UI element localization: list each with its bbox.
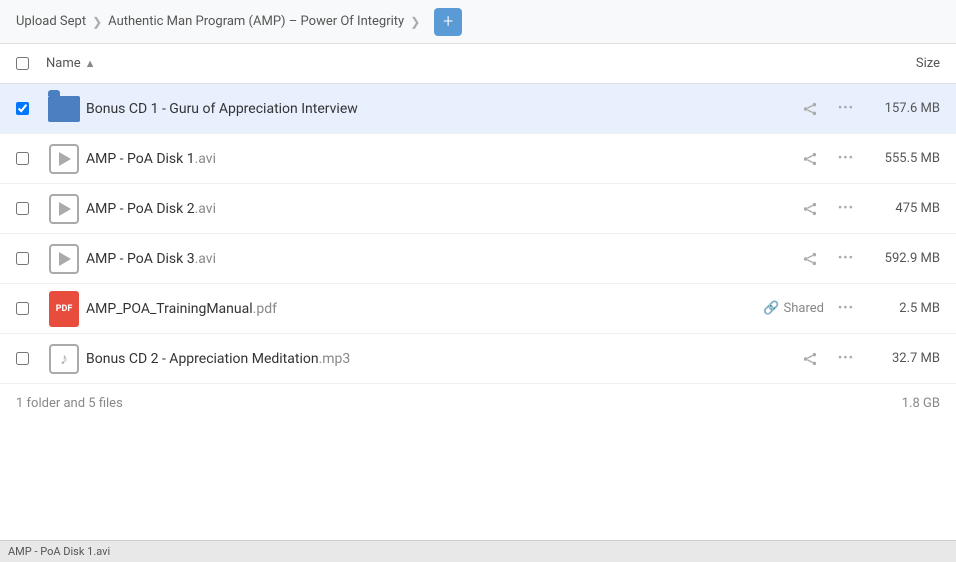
- breadcrumb-chevron-2: ❯: [410, 15, 420, 29]
- table-header: Name ▲ Size: [0, 44, 956, 84]
- file-name: AMP_POA_TrainingManual.pdf: [86, 301, 763, 317]
- file-actions: •••: [796, 345, 860, 373]
- row-checkbox[interactable]: [16, 302, 29, 315]
- share-button[interactable]: [796, 245, 824, 273]
- header-size-col: Size: [840, 56, 940, 71]
- file-size: 475 MB: [860, 201, 940, 216]
- shared-label: Shared: [784, 301, 824, 316]
- row-checkbox-col: [16, 352, 46, 365]
- file-size: 157.6 MB: [860, 101, 940, 116]
- breadcrumb-item-amp[interactable]: Authentic Man Program (AMP) – Power Of I…: [108, 14, 404, 29]
- share-button[interactable]: [796, 145, 824, 173]
- more-button[interactable]: •••: [832, 295, 860, 323]
- music-icon: ♪: [46, 344, 82, 374]
- file-actions: 🔗 Shared •••: [763, 295, 860, 323]
- status-bar: AMP - PoA Disk 1.avi: [0, 540, 956, 562]
- video-icon: [46, 144, 82, 174]
- more-button[interactable]: •••: [832, 245, 860, 273]
- file-ext: .pdf: [253, 301, 277, 317]
- name-label: Name: [46, 56, 81, 71]
- video-icon: [46, 194, 82, 224]
- table-row[interactable]: AMP - PoA Disk 1.avi •••555.5 MB: [0, 134, 956, 184]
- file-list: Bonus CD 1 - Guru of Appreciation Interv…: [0, 84, 956, 384]
- summary-row: 1 folder and 5 files 1.8 GB: [0, 384, 956, 423]
- breadcrumb-label-upload: Upload Sept: [16, 14, 86, 29]
- file-size: 2.5 MB: [860, 301, 940, 316]
- file-actions: •••: [796, 145, 860, 173]
- shared-badge: 🔗 Shared: [763, 301, 824, 316]
- file-name: AMP - PoA Disk 2.avi: [86, 201, 796, 217]
- breadcrumb-chevron-1: ❯: [92, 15, 102, 29]
- file-name-text: Bonus CD 1 - Guru of Appreciation Interv…: [86, 101, 358, 117]
- file-name-text: AMP - PoA Disk 1: [86, 151, 195, 167]
- row-checkbox-col: [16, 102, 46, 115]
- more-button[interactable]: •••: [832, 145, 860, 173]
- file-size: 32.7 MB: [860, 351, 940, 366]
- file-ext: .avi: [195, 201, 216, 217]
- header-name-col[interactable]: Name ▲: [46, 56, 840, 71]
- row-checkbox[interactable]: [16, 252, 29, 265]
- row-checkbox-col: [16, 152, 46, 165]
- file-ext: .avi: [195, 151, 216, 167]
- row-checkbox-col: [16, 202, 46, 215]
- file-actions: •••: [796, 245, 860, 273]
- table-row[interactable]: ♪Bonus CD 2 - Appreciation Meditation.mp…: [0, 334, 956, 384]
- table-row[interactable]: AMP - PoA Disk 2.avi •••475 MB: [0, 184, 956, 234]
- more-button[interactable]: •••: [832, 345, 860, 373]
- file-name: Bonus CD 1 - Guru of Appreciation Interv…: [86, 101, 796, 117]
- link-icon: 🔗: [763, 301, 779, 316]
- share-button[interactable]: [796, 95, 824, 123]
- more-button[interactable]: •••: [832, 95, 860, 123]
- select-all-checkbox[interactable]: [16, 57, 29, 70]
- breadcrumb-item-upload[interactable]: Upload Sept: [16, 14, 86, 29]
- file-actions: •••: [796, 195, 860, 223]
- file-size: 592.9 MB: [860, 251, 940, 266]
- row-checkbox[interactable]: [16, 152, 29, 165]
- sort-arrow-icon: ▲: [85, 57, 96, 70]
- file-name: AMP - PoA Disk 1.avi: [86, 151, 796, 167]
- summary-total-size: 1.8 GB: [902, 396, 940, 411]
- file-name: Bonus CD 2 - Appreciation Meditation.mp3: [86, 351, 796, 367]
- row-checkbox[interactable]: [16, 352, 29, 365]
- breadcrumb: Upload Sept ❯ Authentic Man Program (AMP…: [0, 0, 956, 44]
- file-name: AMP - PoA Disk 3.avi: [86, 251, 796, 267]
- file-name-text: Bonus CD 2 - Appreciation Meditation: [86, 351, 319, 367]
- header-checkbox-col: [16, 57, 46, 70]
- row-checkbox[interactable]: [16, 202, 29, 215]
- table-row[interactable]: Bonus CD 1 - Guru of Appreciation Interv…: [0, 84, 956, 134]
- pdf-icon: PDF: [46, 291, 82, 327]
- file-name-text: AMP - PoA Disk 2: [86, 201, 195, 217]
- table-row[interactable]: AMP - PoA Disk 3.avi •••592.9 MB: [0, 234, 956, 284]
- file-ext: .mp3: [319, 351, 351, 367]
- add-button[interactable]: +: [434, 8, 462, 36]
- file-name-text: AMP - PoA Disk 3: [86, 251, 195, 267]
- file-ext: .avi: [195, 251, 216, 267]
- status-text: AMP - PoA Disk 1.avi: [8, 545, 110, 558]
- row-checkbox-col: [16, 302, 46, 315]
- share-button[interactable]: [796, 345, 824, 373]
- folder-icon: [46, 96, 82, 122]
- row-checkbox-col: [16, 252, 46, 265]
- share-button[interactable]: [796, 195, 824, 223]
- breadcrumb-label-amp: Authentic Man Program (AMP) – Power Of I…: [108, 14, 404, 29]
- size-label: Size: [916, 56, 940, 71]
- table-row[interactable]: PDFAMP_POA_TrainingManual.pdf🔗Shared•••2…: [0, 284, 956, 334]
- file-actions: •••: [796, 95, 860, 123]
- video-icon: [46, 244, 82, 274]
- file-size: 555.5 MB: [860, 151, 940, 166]
- row-checkbox[interactable]: [16, 102, 29, 115]
- summary-files-label: 1 folder and 5 files: [16, 396, 123, 411]
- file-name-text: AMP_POA_TrainingManual: [86, 301, 253, 317]
- more-button[interactable]: •••: [832, 195, 860, 223]
